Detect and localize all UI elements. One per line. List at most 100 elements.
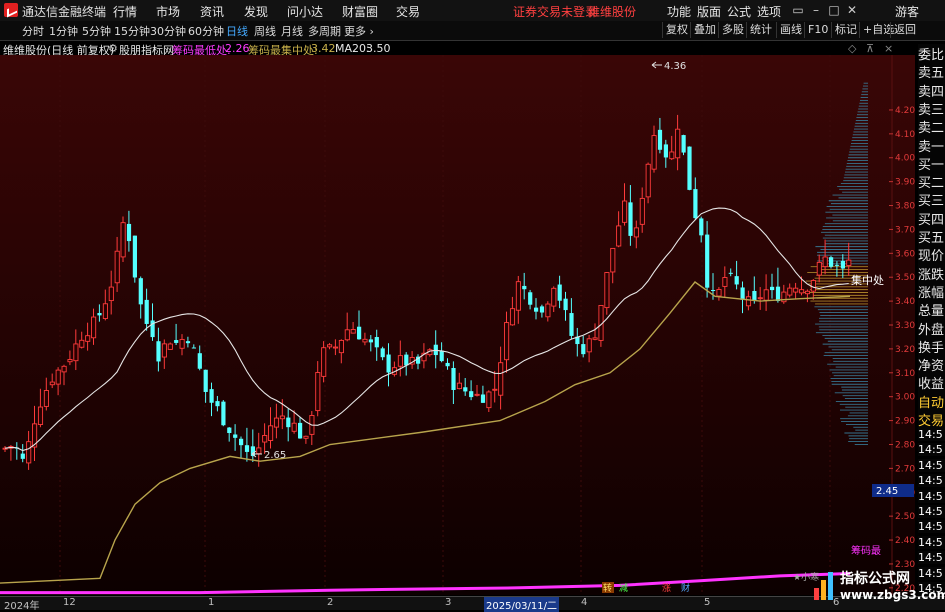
candle-body (404, 354, 409, 366)
quote-field-17[interactable]: 净资 (918, 355, 945, 375)
fuquan-button[interactable]: 复权 (662, 22, 691, 38)
minimize-icon[interactable]: – (808, 2, 824, 18)
quote-field-16[interactable]: 换手 (918, 336, 945, 356)
candle-body (551, 287, 557, 307)
period-daily[interactable]: 日线 (226, 23, 248, 39)
diamond-icon[interactable]: ◇ (848, 42, 856, 55)
quote-field-12[interactable]: 涨跌 (918, 263, 945, 283)
quote-field-5[interactable]: 卖一 (918, 135, 945, 155)
back-button[interactable]: 返回 (890, 22, 919, 38)
menu-hangqing[interactable]: 行情 (113, 3, 137, 20)
period-fenshi[interactable]: 分时 (22, 23, 44, 39)
candle-body (528, 292, 533, 305)
period-60min[interactable]: 60分钟 (188, 23, 224, 39)
period-15min[interactable]: 15分钟 (114, 23, 150, 39)
quote-field-13[interactable]: 涨幅 (918, 281, 945, 301)
x-label-2024: 2024年 (4, 601, 40, 612)
trade-login-notice[interactable]: 证券交易未登录 (513, 3, 597, 20)
quote-field-1[interactable]: 卖五 (918, 62, 945, 82)
kline-chart[interactable]: 4.20 4.10 4.00 3.90 3.80 3.70 3.60 3.50 3.40 3.30… (0, 55, 915, 595)
menu-zixun[interactable]: 资讯 (200, 3, 224, 20)
quote-field-11[interactable]: 现价 (918, 245, 945, 265)
duogu-button[interactable]: 多股 (718, 22, 747, 38)
candle-body (332, 346, 339, 349)
diejia-button[interactable]: 叠加 (690, 22, 719, 38)
quote-field-4[interactable]: 卖二 (918, 117, 945, 137)
collapse-icon[interactable]: ⊼ (866, 42, 874, 55)
close-icon[interactable]: ✕ (844, 2, 860, 18)
quote-field-7[interactable]: 买二 (918, 172, 945, 192)
candle-body (344, 329, 350, 341)
candle-body (456, 382, 462, 390)
quote-field-8[interactable]: 买三 (918, 190, 945, 210)
menu-faxian[interactable]: 发现 (244, 3, 268, 20)
candle-body (480, 394, 486, 403)
quote-field-15[interactable]: 外盘 (918, 318, 945, 338)
candle-body (799, 289, 805, 294)
close-panel-icon[interactable]: × (884, 42, 893, 55)
candle-body (651, 135, 657, 170)
quote-field-20[interactable]: 交易 (918, 410, 945, 429)
candle-body (639, 197, 645, 225)
high-annotation: 4.36 (664, 61, 686, 72)
candle-body (26, 441, 32, 464)
monitor-icon[interactable]: ▭ (790, 2, 806, 18)
quote-field-10[interactable]: 买五 (918, 227, 945, 246)
maximize-icon[interactable]: □ (826, 2, 842, 18)
y-tick-label: 2.90 (895, 417, 915, 427)
candle-body (362, 338, 368, 343)
candle-body (486, 391, 492, 409)
quote-field-9[interactable]: 买四 (918, 208, 945, 228)
event-tag-cai[interactable]: 财 (681, 582, 690, 594)
huaxian-button[interactable]: 画线 (776, 22, 805, 38)
period-weekly[interactable]: 周线 (254, 23, 276, 39)
period-multi[interactable]: 多周期 (308, 23, 341, 39)
menu-banmian[interactable]: 版面 (697, 3, 721, 20)
menu-caifuquan[interactable]: 财富圈 (342, 3, 378, 20)
candle-body (386, 354, 391, 373)
quote-field-19[interactable]: 自动 (918, 391, 945, 411)
menu-gongshi[interactable]: 公式 (727, 3, 751, 20)
chevron-right-icon: › (369, 25, 374, 38)
menu-xuanxiang[interactable]: 选项 (757, 3, 781, 20)
period-monthly[interactable]: 月线 (281, 23, 303, 39)
quote-field-0[interactable]: 委比 (918, 44, 945, 63)
period-30min[interactable]: 30分钟 (150, 23, 186, 39)
period-5min[interactable]: 5分钟 (82, 23, 111, 39)
quote-field-14[interactable]: 总量 (918, 300, 945, 320)
user-label[interactable]: 游客 (895, 3, 919, 20)
candle-body (108, 286, 114, 302)
biaoji-button[interactable]: 标记 (831, 22, 860, 38)
settings-gear-icon[interactable]: ⚙ (108, 42, 118, 55)
menu-shichang[interactable]: 市场 (156, 3, 180, 20)
y-tick-label: 4.00 (895, 154, 915, 164)
event-tag-jian[interactable]: 减 (619, 582, 628, 594)
candle-body (645, 163, 651, 198)
quote-field-3[interactable]: 卖三 (918, 98, 945, 118)
menu-gongneng[interactable]: 功能 (667, 3, 691, 20)
y-tick-label: 3.70 (895, 225, 915, 235)
x-label-12: 12 (63, 597, 76, 608)
quote-field-2[interactable]: 卖四 (918, 80, 945, 100)
menu-wenxiaoda[interactable]: 问小达 (287, 3, 323, 20)
candle-body (174, 340, 179, 343)
period-1min[interactable]: 1分钟 (49, 23, 78, 39)
tongji-button[interactable]: 统计 (746, 22, 775, 38)
candle-body (303, 435, 309, 439)
period-more[interactable]: 更多 › (344, 23, 374, 39)
quote-field-6[interactable]: 买一 (918, 153, 945, 173)
quote-field-18[interactable]: 收益 (918, 373, 945, 393)
candle-body (633, 227, 639, 238)
candle-body (20, 453, 25, 459)
candle-body (569, 313, 574, 336)
f10-button[interactable]: F10 (804, 22, 831, 38)
candle-body (829, 257, 834, 267)
tick-time-9: 14:5 (918, 566, 945, 580)
candle-body (286, 417, 291, 428)
menu-jiaoyi[interactable]: 交易 (396, 3, 420, 20)
y-tick-label: 3.40 (895, 297, 915, 307)
candle-body (273, 417, 280, 428)
event-tag-zhuan[interactable]: 转 (603, 582, 612, 594)
event-tag-zhang[interactable]: 涨 (662, 583, 671, 594)
candle-body (716, 289, 722, 297)
